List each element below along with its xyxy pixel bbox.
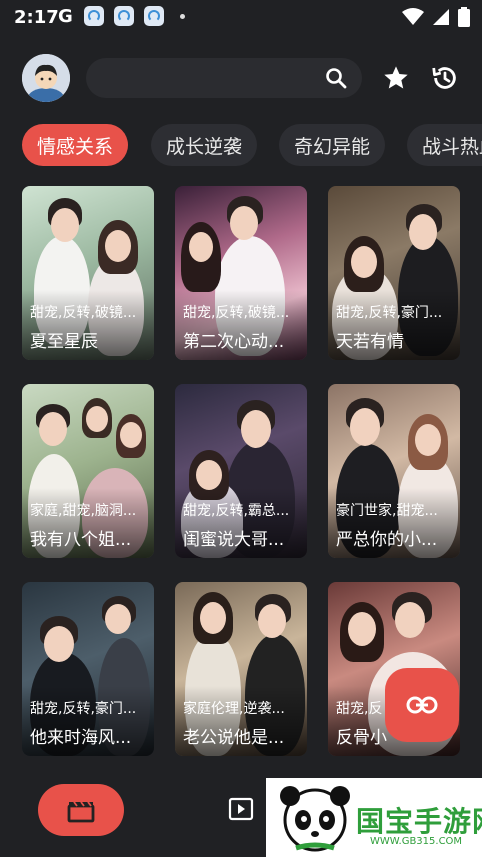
- drama-card[interactable]: 家庭,甜宠,脑洞... 我有八个姐...: [22, 384, 154, 558]
- status-bar: 2:17 G: [0, 0, 482, 34]
- avatar-image: [22, 54, 70, 102]
- watermark: 国宝手游网 WWW.GB315.COM: [266, 778, 482, 857]
- drama-tags: 甜宠,反转,霸总...: [183, 503, 290, 519]
- watermark-text: 国宝手游网: [356, 805, 482, 838]
- drama-card[interactable]: 甜宠,反转,破镜... 夏至星辰: [22, 186, 154, 360]
- drama-tags: 甜宠,反转,豪门...: [336, 305, 443, 321]
- drama-tags: 家庭,甜宠,脑洞...: [30, 503, 137, 519]
- panda-logo-icon: [280, 786, 350, 852]
- google-status-icon: G: [58, 6, 73, 27]
- drama-card[interactable]: 甜宠,反转,豪门... 天若有情: [328, 186, 460, 360]
- drama-title: 天若有情: [336, 332, 404, 352]
- tab-fantasy-powers[interactable]: 奇幻异能: [279, 124, 385, 166]
- drama-tags: 甜宠,反转,豪门...: [30, 701, 137, 717]
- drama-tags: 家庭伦理,逆袭...: [183, 701, 285, 717]
- play-icon[interactable]: [228, 797, 254, 821]
- link-fab-button[interactable]: [385, 668, 459, 742]
- nav-tab-dramas[interactable]: [38, 784, 124, 836]
- more-notifications-dot: [180, 14, 185, 19]
- drama-title: 夏至星辰: [30, 332, 98, 352]
- category-tabs: 情感关系 成长逆袭 奇幻异能 战斗热血: [0, 124, 482, 168]
- drama-card[interactable]: 豪门世家,甜宠... 严总你的小...: [328, 384, 460, 558]
- status-time: 2:17: [14, 7, 59, 28]
- clapperboard-icon: [67, 801, 95, 823]
- signal-icon: [433, 9, 449, 25]
- drama-title: 老公说他是...: [183, 728, 285, 748]
- drama-title: 严总你的小...: [336, 530, 438, 550]
- drama-card[interactable]: 甜宠,反转,霸总... 闺蜜说大哥...: [175, 384, 307, 558]
- drama-title: 闺蜜说大哥...: [183, 530, 285, 550]
- history-icon[interactable]: [430, 63, 460, 93]
- watermark-url: WWW.GB315.COM: [370, 836, 463, 847]
- drama-card[interactable]: 甜宠,反转,豪门... 他来时海风...: [22, 582, 154, 756]
- app-notification-icon: [144, 6, 164, 26]
- battery-icon: [458, 7, 470, 27]
- drama-tags: 甜宠,反转,破镜...: [30, 305, 137, 321]
- link-icon: [406, 696, 438, 714]
- star-icon[interactable]: [382, 64, 410, 92]
- header: [0, 48, 482, 108]
- drama-title: 第二次心动...: [183, 332, 285, 352]
- tab-emotional-relationships[interactable]: 情感关系: [22, 124, 128, 166]
- search-icon[interactable]: [324, 66, 348, 90]
- search-input[interactable]: [86, 58, 362, 98]
- drama-card[interactable]: 甜宠,反转,破镜... 第二次心动...: [175, 186, 307, 360]
- app-notification-icon: [84, 6, 104, 26]
- app-notification-icon: [114, 6, 134, 26]
- drama-title: 我有八个姐...: [30, 530, 132, 550]
- drama-title: 他来时海风...: [30, 728, 132, 748]
- drama-card[interactable]: 家庭伦理,逆袭... 老公说他是...: [175, 582, 307, 756]
- tab-battle-action[interactable]: 战斗热血: [407, 124, 482, 166]
- drama-tags: 豪门世家,甜宠...: [336, 503, 438, 519]
- avatar[interactable]: [22, 54, 70, 102]
- drama-tags: 甜宠,反转,破镜...: [183, 305, 290, 321]
- tab-growth-comeback[interactable]: 成长逆袭: [151, 124, 257, 166]
- wifi-icon: [402, 8, 424, 25]
